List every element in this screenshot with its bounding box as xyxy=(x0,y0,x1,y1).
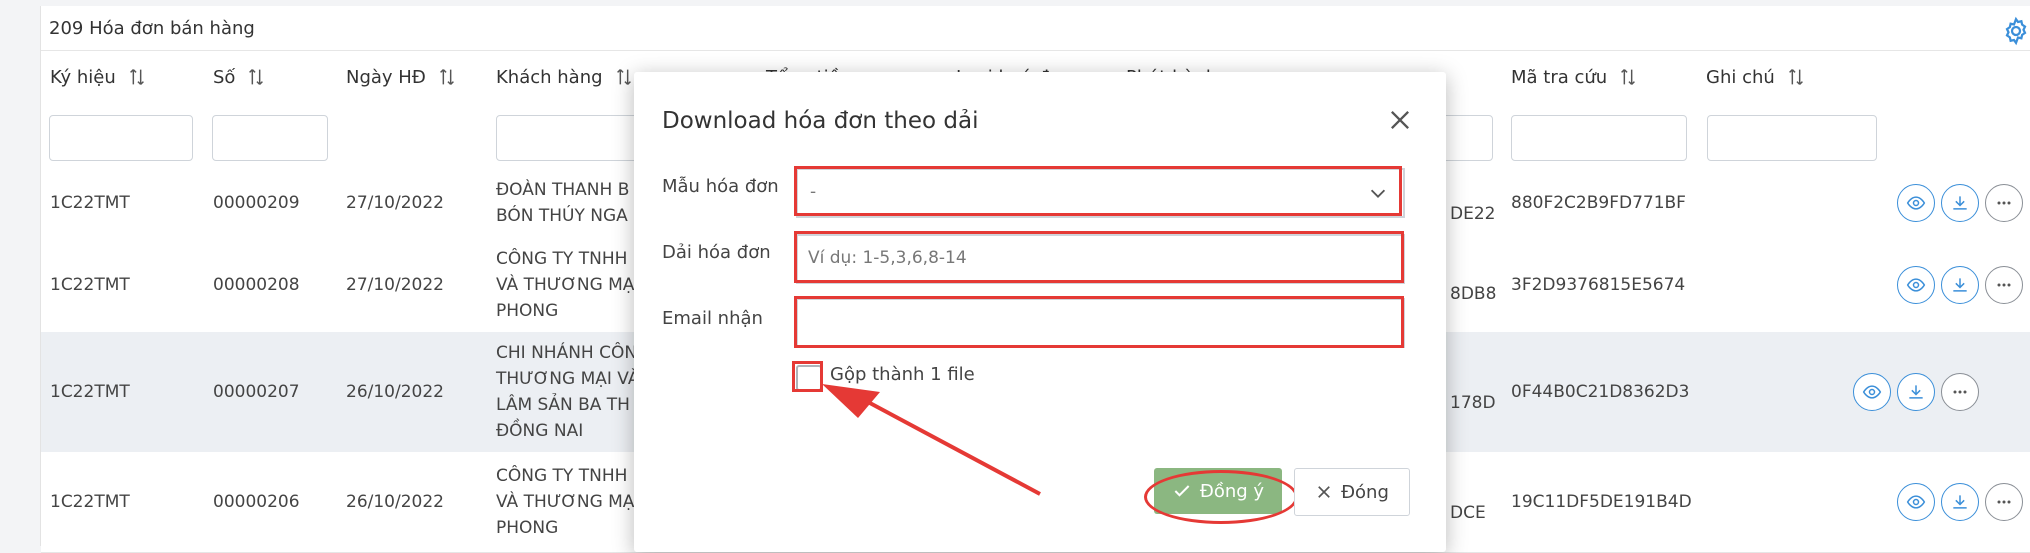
gear-icon[interactable] xyxy=(2001,16,2030,46)
cell-ma-tra-cuu: 3F2D9376815E5674 xyxy=(1511,275,1686,295)
col-ngay-hd[interactable]: Ngày HĐ xyxy=(337,51,486,103)
dai-hoa-don-label: Dải hóa đơn xyxy=(662,242,771,263)
close-icon[interactable] xyxy=(1386,106,1414,134)
annotation-frame xyxy=(794,231,1404,283)
cancel-button[interactable]: Đóng xyxy=(1294,468,1410,516)
sort-icon[interactable] xyxy=(436,66,458,88)
cell-so: 00000208 xyxy=(213,275,300,295)
cell-so: 00000206 xyxy=(213,492,300,512)
sort-icon[interactable] xyxy=(126,66,148,88)
cell-ngay: 26/10/2022 xyxy=(346,382,444,402)
annotation-frame xyxy=(794,296,1404,348)
mau-hoa-don-label: Mẫu hóa đơn xyxy=(662,176,779,197)
row-actions xyxy=(1897,238,2023,332)
sort-icon[interactable] xyxy=(1785,66,1807,88)
cell-khach-hang: ĐOÀN THANH B BÓN THÚY NGA xyxy=(496,180,630,226)
sort-icon[interactable] xyxy=(245,66,267,88)
cell-so: 00000209 xyxy=(213,193,300,213)
col-so[interactable]: Số xyxy=(204,51,335,103)
eye-icon xyxy=(1906,495,1926,509)
email-label: Email nhận xyxy=(662,308,763,329)
cell-ngay: 27/10/2022 xyxy=(346,275,444,295)
more-button[interactable] xyxy=(1985,483,2023,521)
download-button[interactable] xyxy=(1941,184,1979,222)
sort-icon[interactable] xyxy=(1617,66,1639,88)
ellipsis-icon xyxy=(1953,390,1967,394)
download-icon xyxy=(1953,495,1967,509)
download-icon xyxy=(1953,278,1967,292)
close-icon xyxy=(1318,486,1330,498)
dialog-title: Download hóa đơn theo dải xyxy=(662,108,979,134)
cell-ky-hieu: 1C22TMT xyxy=(50,492,130,512)
cell-ky-hieu: 1C22TMT xyxy=(50,193,130,213)
cell-ma-fragment: 8DB8 xyxy=(1450,284,1497,304)
download-button[interactable] xyxy=(1897,373,1935,411)
eye-icon xyxy=(1906,278,1926,292)
cell-ma-tra-cuu: 880F2C2B9FD771BF xyxy=(1511,193,1686,213)
view-button[interactable] xyxy=(1853,373,1891,411)
cell-so: 00000207 xyxy=(213,382,300,402)
cell-ma-tra-cuu: 0F44B0C21D8362D3 xyxy=(1511,382,1690,402)
eye-icon xyxy=(1906,196,1926,210)
cancel-label: Đóng xyxy=(1341,481,1389,503)
download-icon xyxy=(1909,385,1923,399)
filter-ghi-chu-input[interactable] xyxy=(1707,115,1877,161)
row-actions xyxy=(1897,168,2023,238)
download-button[interactable] xyxy=(1941,266,1979,304)
cell-khach-hang: CÔNG TY TNHH VÀ THƯƠNG MẠ PHONG xyxy=(496,466,635,538)
filter-ky-hieu-input[interactable] xyxy=(49,115,193,161)
more-button[interactable] xyxy=(1941,373,1979,411)
view-button[interactable] xyxy=(1897,266,1935,304)
view-button[interactable] xyxy=(1897,184,1935,222)
row-actions xyxy=(1853,332,1979,452)
cell-ngay: 27/10/2022 xyxy=(346,193,444,213)
cell-ky-hieu: 1C22TMT xyxy=(50,382,130,402)
download-range-dialog: Download hóa đơn theo dải Mẫu hóa đơn - … xyxy=(634,72,1446,552)
sort-icon[interactable] xyxy=(613,66,635,88)
more-button[interactable] xyxy=(1985,266,2023,304)
annotation-frame xyxy=(792,361,823,392)
annotation-ellipse xyxy=(1144,470,1298,524)
ellipsis-icon xyxy=(1997,500,2011,504)
ellipsis-icon xyxy=(1997,201,2011,205)
col-ky-hieu[interactable]: Ký hiệu xyxy=(41,51,203,103)
row-actions xyxy=(1897,452,2023,552)
filter-phat-hanh-input[interactable] xyxy=(1439,115,1493,161)
view-button[interactable] xyxy=(1897,483,1935,521)
filter-ma-tra-cuu-input[interactable] xyxy=(1511,115,1687,161)
cell-ma-fragment: 178D xyxy=(1450,393,1496,413)
cell-ky-hieu: 1C22TMT xyxy=(50,275,130,295)
eye-icon xyxy=(1862,385,1882,399)
col-ma-tra-cuu[interactable]: Mã tra cứu xyxy=(1502,51,1703,103)
col-ghi-chu[interactable]: Ghi chú xyxy=(1697,51,1886,103)
annotation-frame xyxy=(794,166,1402,216)
filter-so-input[interactable] xyxy=(212,115,328,161)
cell-khach-hang: CHI NHÁNH CÔN THƯƠNG MẠI VÀ LÂM SẢN BA TH Đ… xyxy=(496,343,640,441)
cell-ma-fragment: DE22 xyxy=(1450,204,1496,224)
gop-file-label: Gộp thành 1 file xyxy=(830,364,975,385)
cell-ngay: 26/10/2022 xyxy=(346,492,444,512)
cell-ma-fragment: DCE xyxy=(1450,503,1486,523)
cell-khach-hang: CÔNG TY TNHH VÀ THƯƠNG MẠ PHONG xyxy=(496,249,635,321)
download-button[interactable] xyxy=(1941,483,1979,521)
cell-ma-tra-cuu: 19C11DF5DE191B4D xyxy=(1511,492,1692,512)
download-icon xyxy=(1953,196,1967,210)
panel-title: 209 Hóa đơn bán hàng xyxy=(49,18,255,39)
ellipsis-icon xyxy=(1997,283,2011,287)
more-button[interactable] xyxy=(1985,184,2023,222)
